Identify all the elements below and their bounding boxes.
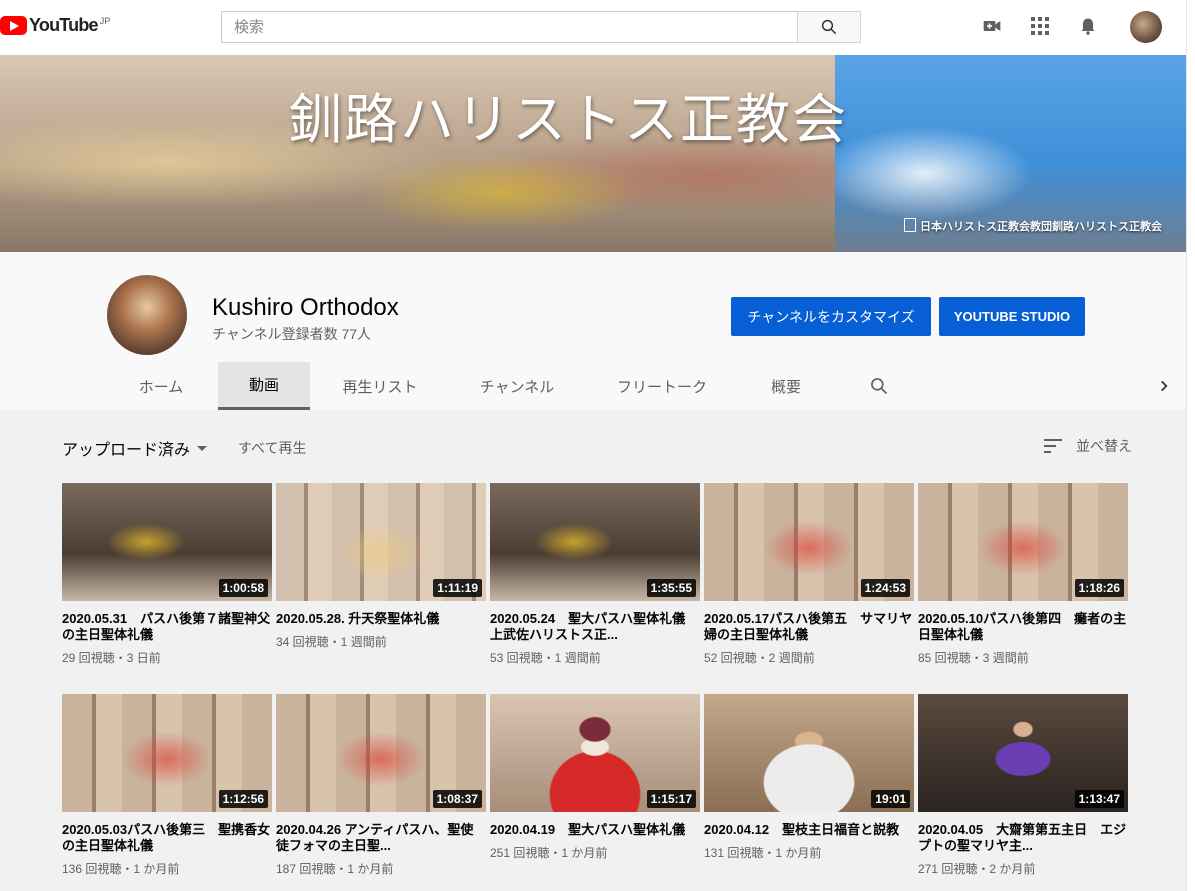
video-duration: 1:12:56 [218,790,268,808]
video-meta: 271 回視聴・2 か月前 [918,862,1036,876]
tab-about[interactable]: 概要 [752,362,820,410]
banner-title: 釧路ハリストス正教会 [288,88,848,151]
apps-button[interactable] [1028,14,1052,38]
channel-avatar[interactable] [107,275,187,355]
banner-credit[interactable]: 日本ハリストス正教会教団釧路ハリストス正教会 [904,218,1162,234]
video-card[interactable]: 1:15:17 2020.04.19 聖大パスハ聖体礼儀 251 回視聴・1 か月前 [490,694,700,861]
youtube-studio-button[interactable]: YOUTUBE STUDIO [939,297,1085,336]
video-duration: 1:15:17 [646,790,696,808]
sort-button[interactable]: 並べ替え [1044,436,1132,456]
video-duration: 19:01 [871,790,910,808]
channel-tabs: ホーム 動画 再生リスト チャンネル フリートーク 概要 [0,362,1195,410]
video-meta: 85 回視聴・3 週間前 [918,651,1029,665]
video-title[interactable]: 2020.04.12 聖枝主日福音と説教 [704,822,914,838]
video-card[interactable]: 1:24:53 2020.05.17パスハ後第五 サマリヤ婦の主日聖体礼儀 52 回… [704,483,914,666]
bell-icon [1081,18,1095,35]
videos-section: アップロード済み すべて再生 並べ替え 1:00:58 2020.05.31 パス… [0,410,1195,891]
search-icon [821,19,837,35]
video-meta: 136 回視聴・1 か月前 [62,862,180,876]
video-meta: 131 回視聴・1 か月前 [704,846,822,860]
video-card[interactable]: 1:35:55 2020.05.24 聖大パスハ聖体礼儀 上武佐ハリストス正...… [490,483,700,666]
video-duration: 1:18:26 [1074,579,1124,597]
notifications-button[interactable] [1076,14,1100,38]
video-meta: 29 回視聴・3 日前 [62,651,161,665]
link-icon [904,218,916,232]
video-duration: 1:13:47 [1074,790,1124,808]
sort-icon [1044,439,1062,453]
apps-grid-icon [1031,17,1049,35]
video-thumbnail[interactable]: 1:15:17 [490,694,700,812]
tab-home[interactable]: ホーム [120,362,202,410]
video-duration: 1:00:58 [218,579,268,597]
video-card[interactable]: 1:08:37 2020.04.26 アンティパスハ、聖使徒フォマの主日聖... 1… [276,694,486,877]
search-bar [221,11,861,43]
video-title[interactable]: 2020.05.17パスハ後第五 サマリヤ婦の主日聖体礼儀 [704,611,914,643]
chevron-right-icon [1161,380,1168,392]
top-bar: YouTube JP [0,0,1195,55]
video-thumbnail[interactable]: 1:12:56 [62,694,272,812]
tab-videos[interactable]: 動画 [218,362,310,410]
video-thumbnail[interactable]: 1:24:53 [704,483,914,601]
search-button[interactable] [797,11,861,43]
video-title[interactable]: 2020.05.31 パスハ後第７諸聖神父の主日聖体礼儀 [62,611,272,643]
banner-credit-text: 日本ハリストス正教会教団釧路ハリストス正教会 [920,221,1162,233]
video-thumbnail[interactable]: 1:35:55 [490,483,700,601]
video-meta: 34 回視聴・1 週間前 [276,635,387,649]
uploads-dropdown-label: アップロード済み [62,442,191,459]
scrollbar[interactable] [1186,0,1195,891]
video-title[interactable]: 2020.05.24 聖大パスハ聖体礼儀 上武佐ハリストス正... [490,611,700,643]
video-thumbnail[interactable]: 19:01 [704,694,914,812]
tabs-scroll-right[interactable] [1150,362,1178,410]
video-duration: 1:08:37 [432,790,482,808]
video-duration: 1:35:55 [646,579,696,597]
video-meta: 53 回視聴・1 週間前 [490,651,601,665]
video-card[interactable]: 1:11:19 2020.05.28. 升天祭聖体礼儀 34 回視聴・1 週間前 [276,483,486,650]
channel-banner: 釧路ハリストス正教会 日本ハリストス正教会教団釧路ハリストス正教会 [0,55,1195,252]
tab-discussion[interactable]: フリートーク [604,362,720,410]
video-duration: 1:24:53 [860,579,910,597]
video-meta: 52 回視聴・2 週間前 [704,651,815,665]
video-title[interactable]: 2020.04.26 アンティパスハ、聖使徒フォマの主日聖... [276,822,486,854]
video-card[interactable]: 1:18:26 2020.05.10パスハ後第四 癱者の主日聖体礼儀 85 回視聴・… [918,483,1128,666]
video-card[interactable]: 1:00:58 2020.05.31 パスハ後第７諸聖神父の主日聖体礼儀 29 回視… [62,483,272,666]
youtube-logo[interactable]: YouTube JP [0,15,110,36]
video-card[interactable]: 1:13:47 2020.04.05 大齋第第五主日 エジプトの聖マリヤ主... 2… [918,694,1128,877]
video-meta: 187 回視聴・1 か月前 [276,862,394,876]
video-duration: 1:11:19 [433,579,482,597]
video-camera-plus-icon [983,21,1001,31]
account-avatar[interactable] [1130,11,1162,43]
uploads-dropdown[interactable]: アップロード済み [62,436,208,460]
logo-region: JP [99,15,111,26]
channel-name: Kushiro Orthodox [212,294,399,321]
youtube-play-icon [0,16,27,35]
video-thumbnail[interactable]: 1:08:37 [276,694,486,812]
logo-text: YouTube [29,15,99,35]
video-thumbnail[interactable]: 1:00:58 [62,483,272,601]
video-title[interactable]: 2020.05.28. 升天祭聖体礼儀 [276,611,486,627]
channel-header: Kushiro Orthodox チャンネル登録者数 77人 チャンネルをカスタ… [0,252,1195,410]
tab-search[interactable] [864,362,894,410]
create-video-button[interactable] [980,14,1004,38]
video-card[interactable]: 19:01 2020.04.12 聖枝主日福音と説教 131 回視聴・1 か月前 [704,694,914,861]
video-thumbnail[interactable]: 1:11:19 [276,483,486,601]
tab-channels[interactable]: チャンネル [466,362,568,410]
video-card[interactable]: 1:12:56 2020.05.03パスハ後第三 聖携香女の主日聖体礼儀 136 回… [62,694,272,877]
customize-channel-button[interactable]: チャンネルをカスタマイズ [731,297,931,336]
video-meta: 251 回視聴・1 か月前 [490,846,608,860]
tab-playlists[interactable]: 再生リスト [328,362,432,410]
sort-label: 並べ替え [1076,438,1132,454]
search-icon [871,378,888,395]
search-input[interactable] [221,11,797,43]
subscriber-count: チャンネル登録者数 77人 [212,326,372,342]
video-title[interactable]: 2020.05.03パスハ後第三 聖携香女の主日聖体礼儀 [62,822,272,854]
video-thumbnail[interactable]: 1:18:26 [918,483,1128,601]
video-title[interactable]: 2020.05.10パスハ後第四 癱者の主日聖体礼儀 [918,611,1128,643]
caret-down-icon [197,446,208,451]
play-all-button[interactable]: すべて再生 [238,438,306,458]
video-thumbnail[interactable]: 1:13:47 [918,694,1128,812]
video-title[interactable]: 2020.04.05 大齋第第五主日 エジプトの聖マリヤ主... [918,822,1128,854]
video-title[interactable]: 2020.04.19 聖大パスハ聖体礼儀 [490,822,700,838]
